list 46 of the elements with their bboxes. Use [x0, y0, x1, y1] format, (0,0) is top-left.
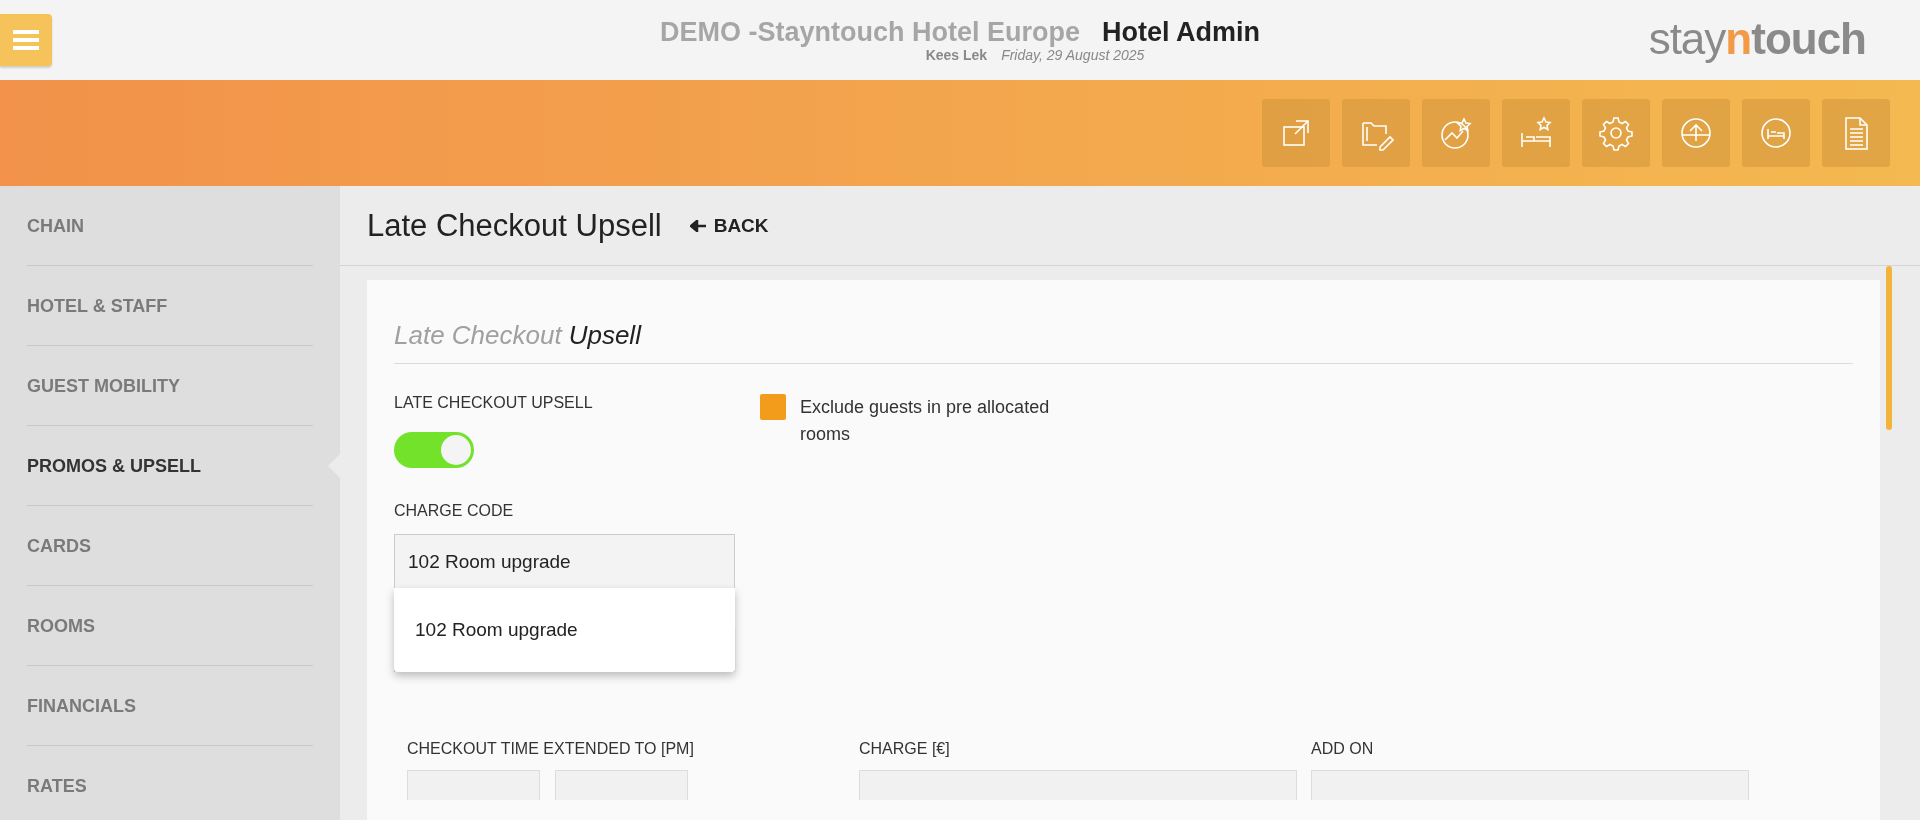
toolbar-button[interactable]: [1422, 99, 1490, 167]
user-name: Kees Lek: [925, 47, 988, 63]
sidebar-item[interactable]: RATES: [27, 776, 87, 797]
upload-icon: [1678, 115, 1714, 151]
field-label: CHARGE CODE: [394, 502, 515, 520]
sidebar-item[interactable]: ROOMS: [27, 616, 95, 637]
sidebar-item[interactable]: GUEST MOBILITY: [27, 376, 180, 397]
toolbar-button[interactable]: [1262, 99, 1330, 167]
date-text: Friday, 29 August 2025: [1001, 47, 1145, 63]
sidebar-item[interactable]: HOTEL & STAFF: [27, 296, 168, 317]
field-label: CHARGE [€]: [859, 740, 951, 758]
page-title: Late Checkout Upsell: [367, 207, 662, 244]
sidebar-item[interactable]: CHAIN: [27, 216, 84, 237]
field-label: LATE CHECKOUT UPSELL: [394, 394, 594, 412]
menu-icon: [13, 29, 39, 51]
section-heading: Late Checkout Upsell: [394, 320, 1853, 364]
checkbox[interactable]: [760, 394, 786, 420]
app-title: Hotel Admin: [1102, 17, 1260, 47]
back-button[interactable]: BACK: [689, 214, 769, 237]
menu-button[interactable]: [0, 14, 52, 66]
dropdown-option[interactable]: 102 Room upgrade: [394, 618, 735, 642]
settings-icon: [1598, 115, 1634, 151]
field-label: CHECKOUT TIME EXTENDED TO [PM]: [407, 740, 695, 758]
checkbox-label: Exclude guests in pre allocated rooms: [800, 396, 1051, 446]
field-label: ADD ON: [1311, 740, 1375, 758]
input-field[interactable]: [407, 770, 540, 800]
sidebar-item[interactable]: CARDS: [27, 536, 91, 557]
sidebar-item[interactable]: FINANCIALS: [27, 696, 136, 717]
toolbar-button[interactable]: [1742, 99, 1810, 167]
toolbar-button[interactable]: [1662, 99, 1730, 167]
input-field[interactable]: [555, 770, 688, 800]
logo: stayntouch: [1648, 14, 1866, 64]
scrollbar[interactable]: [1886, 266, 1892, 430]
toolbar-button[interactable]: [1342, 99, 1410, 167]
sidebar-item[interactable]: PROMOS & UPSELL: [27, 456, 201, 477]
bed-circle-icon: [1758, 115, 1794, 151]
toolbar-button[interactable]: [1502, 99, 1570, 167]
input-field[interactable]: [859, 770, 1297, 800]
chart-star-icon: [1438, 115, 1474, 151]
upsell-toggle[interactable]: [394, 432, 474, 468]
toolbar-button[interactable]: [1822, 99, 1890, 167]
toolbar-button[interactable]: [1582, 99, 1650, 167]
charge-code-select[interactable]: 102 Room upgrade: [394, 534, 735, 588]
input-field[interactable]: [1311, 770, 1749, 800]
hotel-name: DEMO -Stayntouch Hotel Europe: [660, 17, 1080, 47]
arrow-left-icon: [689, 219, 706, 232]
